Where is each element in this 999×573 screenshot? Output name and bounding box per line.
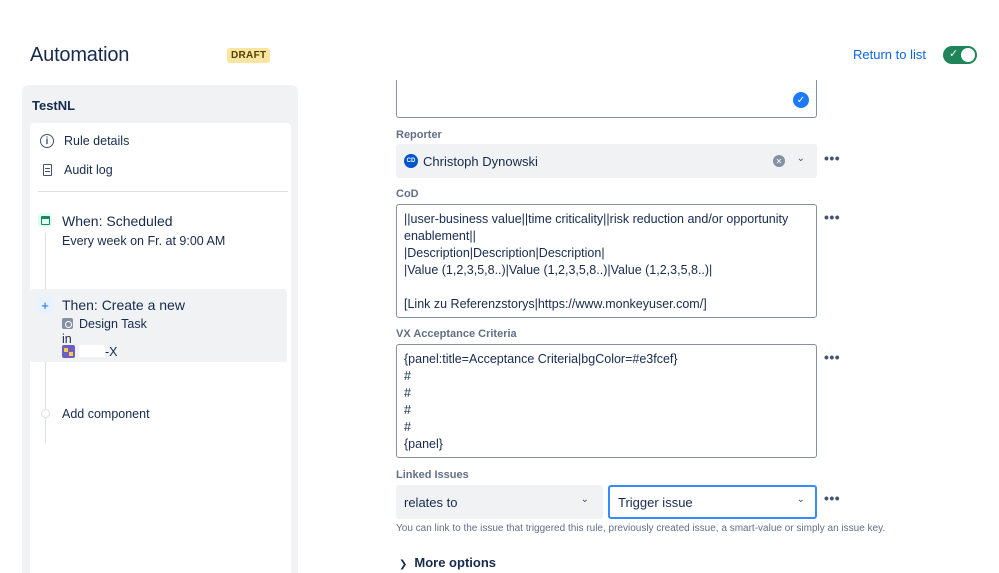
reporter-label: Reporter <box>396 129 442 141</box>
chevron-down-icon: ⌄ <box>796 494 805 505</box>
action-issue-type: Design Task <box>62 317 147 331</box>
linked-issues-more-icon[interactable]: ••• <box>824 490 840 506</box>
linked-issues-helper-text: You can link to the issue that triggered… <box>396 523 886 534</box>
vx-acceptance-label: VX Acceptance Criteria <box>396 328 517 340</box>
return-to-list-link[interactable]: Return to list <box>853 47 926 62</box>
plus-icon: + <box>36 296 54 314</box>
rule-details-item[interactable]: i Rule details <box>40 131 129 151</box>
rule-name: TestNL <box>32 98 76 113</box>
reporter-select[interactable]: CD Christoph Dynowski ✕ ⌄ <box>396 144 817 178</box>
trigger-step-title[interactable]: When: Scheduled <box>62 213 173 229</box>
previous-field-box[interactable]: ✓ <box>396 80 817 118</box>
project-avatar-icon <box>62 345 75 358</box>
chevron-right-icon: ❯ <box>399 559 408 570</box>
calendar-icon <box>38 213 52 227</box>
page-title: Automation <box>30 44 130 66</box>
more-options-toggle[interactable]: ❯ More options <box>399 555 496 570</box>
cod-label: CoD <box>396 188 419 200</box>
check-icon: ✓ <box>949 48 959 60</box>
toggle-knob <box>961 48 975 62</box>
add-component-button[interactable]: Add component <box>62 407 150 421</box>
cod-more-icon[interactable]: ••• <box>824 209 840 225</box>
clear-icon[interactable]: ✕ <box>773 155 785 167</box>
info-icon: i <box>40 134 54 148</box>
reporter-more-icon[interactable]: ••• <box>824 150 840 166</box>
link-type-value: relates to <box>404 494 458 510</box>
draft-badge: DRAFT <box>227 48 271 63</box>
linked-issue-value: Trigger issue <box>618 494 693 510</box>
rule-enabled-toggle[interactable]: ✓ <box>943 46 977 64</box>
audit-log-label: Audit log <box>64 163 113 177</box>
user-avatar: CD <box>404 154 418 168</box>
divider <box>38 191 288 192</box>
chevron-down-icon: ⌄ <box>580 494 589 505</box>
reporter-value: Christoph Dynowski <box>423 153 538 169</box>
cod-textarea[interactable]: ||user-business value||time criticality|… <box>396 204 817 318</box>
linked-issue-select[interactable]: Trigger issue ⌄ <box>608 485 817 519</box>
vx-acceptance-textarea[interactable]: {panel:title=Acceptance Criteria|bgColor… <box>396 344 817 458</box>
link-type-select[interactable]: relates to ⌄ <box>396 485 603 519</box>
audit-log-item[interactable]: Audit log <box>40 160 113 180</box>
trigger-step-subtitle: Every week on Fr. at 9:00 AM <box>62 234 226 248</box>
chevron-down-icon: ⌄ <box>796 153 805 164</box>
rule-outline: i Rule details Audit log When: Scheduled… <box>30 123 291 573</box>
rule-sidebar: TestNL i Rule details Audit log When: Sc… <box>22 85 298 573</box>
check-circle-icon: ✓ <box>793 92 809 108</box>
redacted-project-key <box>79 345 105 357</box>
action-step[interactable]: + Then: Create a new Design Task in -X <box>30 289 287 362</box>
add-component-dot <box>41 409 50 418</box>
action-in-label: in <box>62 332 72 346</box>
action-step-title: Then: Create a new <box>62 297 185 313</box>
vx-acceptance-more-icon[interactable]: ••• <box>824 349 840 365</box>
design-task-icon <box>62 318 73 329</box>
document-icon <box>43 164 52 176</box>
action-project: -X <box>62 345 118 359</box>
rule-details-label: Rule details <box>64 134 130 148</box>
linked-issues-label: Linked Issues <box>396 469 469 481</box>
